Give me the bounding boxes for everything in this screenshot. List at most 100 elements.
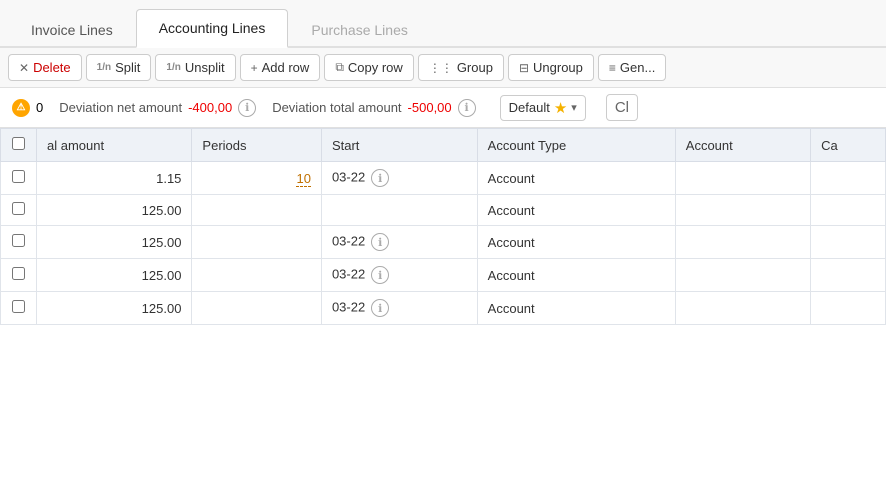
tab-invoice-lines[interactable]: Invoice Lines [8,11,136,48]
copy-icon: ⧉ [335,60,344,75]
header-account: Account [675,129,810,162]
cell-account [675,292,810,325]
row-info-icon[interactable]: ℹ [371,299,389,317]
net-deviation-label: Deviation net amount [59,100,182,115]
group-button[interactable]: ⋮⋮ Group [418,54,504,81]
default-badge[interactable]: Default ★ ▾ [500,95,586,121]
row-checkbox-cell [1,292,37,325]
cell-extra [811,259,886,292]
cell-start: 03-22ℹ [321,226,477,259]
row-checkbox[interactable] [12,234,25,247]
generate-label: Gen... [620,60,655,75]
cell-account [675,195,810,226]
warn-icon: ⚠ [12,99,30,117]
delete-label: Delete [33,60,71,75]
cell-periods [192,292,322,325]
cell-amount: 125.00 [37,292,192,325]
warn-group: ⚠ 0 [12,99,43,117]
chevron-down-icon: ▾ [571,101,577,114]
cell-amount: 1.15 [37,162,192,195]
add-row-label: Add row [262,60,310,75]
row-checkbox-cell [1,195,37,226]
add-row-button[interactable]: + Add row [240,54,321,81]
table-row: 125.00 03-22ℹAccount [1,292,886,325]
table-header-row: al amount Periods Start Account Type Acc… [1,129,886,162]
generate-button[interactable]: ≡ Gen... [598,54,666,81]
cell-extra [811,292,886,325]
table-row: 1.151003-22ℹAccount [1,162,886,195]
row-info-icon[interactable]: ℹ [371,169,389,187]
split-label: Split [115,60,140,75]
unsplit-button[interactable]: 1/n Unsplit [155,54,235,81]
net-deviation-value: -400,00 [188,100,232,115]
cell-account-type: Account [477,162,675,195]
star-icon: ★ [554,99,567,117]
cell-start: 03-22ℹ [321,259,477,292]
x-icon: ✕ [19,61,29,75]
total-deviation-group: Deviation total amount -500,00 ℹ [272,99,475,117]
delete-button[interactable]: ✕ Delete [8,54,82,81]
cell-extra [811,162,886,195]
cell-periods [192,195,322,226]
cell-account-type: Account [477,226,675,259]
unsplit-fraction: 1/n [166,62,180,73]
header-account-type: Account Type [477,129,675,162]
cell-extra [811,226,886,259]
cell-amount: 125.00 [37,259,192,292]
row-checkbox[interactable] [12,267,25,280]
copy-row-label: Copy row [348,60,403,75]
cell-account [675,162,810,195]
split-fraction: 1/n [97,62,111,73]
select-all-checkbox[interactable] [12,137,25,150]
tab-purchase-lines: Purchase Lines [288,11,431,48]
row-checkbox-cell [1,226,37,259]
cell-amount: 125.00 [37,226,192,259]
default-label: Default [509,100,550,115]
group-label: Group [457,60,493,75]
cell-account-type: Account [477,292,675,325]
close-label: Cl [615,99,629,116]
header-amount: al amount [37,129,192,162]
header-checkbox-col [1,129,37,162]
cell-extra [811,195,886,226]
split-button[interactable]: 1/n Split [86,54,152,81]
row-info-icon[interactable]: ℹ [371,233,389,251]
toolbar: ✕ Delete 1/n Split 1/n Unsplit + Add row… [0,48,886,88]
cell-start: 03-22ℹ [321,292,477,325]
net-deviation-group: Deviation net amount -400,00 ℹ [59,99,256,117]
plus-icon: + [251,61,258,75]
table-row: 125.00 03-22ℹAccount [1,259,886,292]
copy-row-button[interactable]: ⧉ Copy row [324,54,414,81]
row-checkbox-cell [1,259,37,292]
row-checkbox[interactable] [12,170,25,183]
cell-periods[interactable]: 10 [192,162,322,195]
cell-start [321,195,477,226]
net-info-icon[interactable]: ℹ [238,99,256,117]
cell-account-type: Account [477,195,675,226]
total-deviation-label: Deviation total amount [272,100,401,115]
cell-account-type: Account [477,259,675,292]
header-extra: Ca [811,129,886,162]
tab-accounting-lines[interactable]: Accounting Lines [136,9,289,48]
table-row: 125.00 Account [1,195,886,226]
row-checkbox[interactable] [12,300,25,313]
deviation-bar: ⚠ 0 Deviation net amount -400,00 ℹ Devia… [0,88,886,128]
cell-start: 03-22ℹ [321,162,477,195]
row-info-icon[interactable]: ℹ [371,266,389,284]
row-checkbox[interactable] [12,202,25,215]
ungroup-button[interactable]: ⊟ Ungroup [508,54,594,81]
ungroup-label: Ungroup [533,60,583,75]
cell-amount: 125.00 [37,195,192,226]
header-start: Start [321,129,477,162]
total-info-icon[interactable]: ℹ [458,99,476,117]
close-button[interactable]: Cl [606,94,638,121]
tabs-bar: Invoice Lines Accounting Lines Purchase … [0,0,886,48]
cell-account [675,259,810,292]
table-container: al amount Periods Start Account Type Acc… [0,128,886,488]
warn-count: 0 [36,100,43,115]
cell-periods [192,226,322,259]
unsplit-label: Unsplit [185,60,225,75]
ungroup-icon: ⊟ [519,61,529,75]
cell-periods [192,259,322,292]
accounting-lines-table: al amount Periods Start Account Type Acc… [0,128,886,325]
